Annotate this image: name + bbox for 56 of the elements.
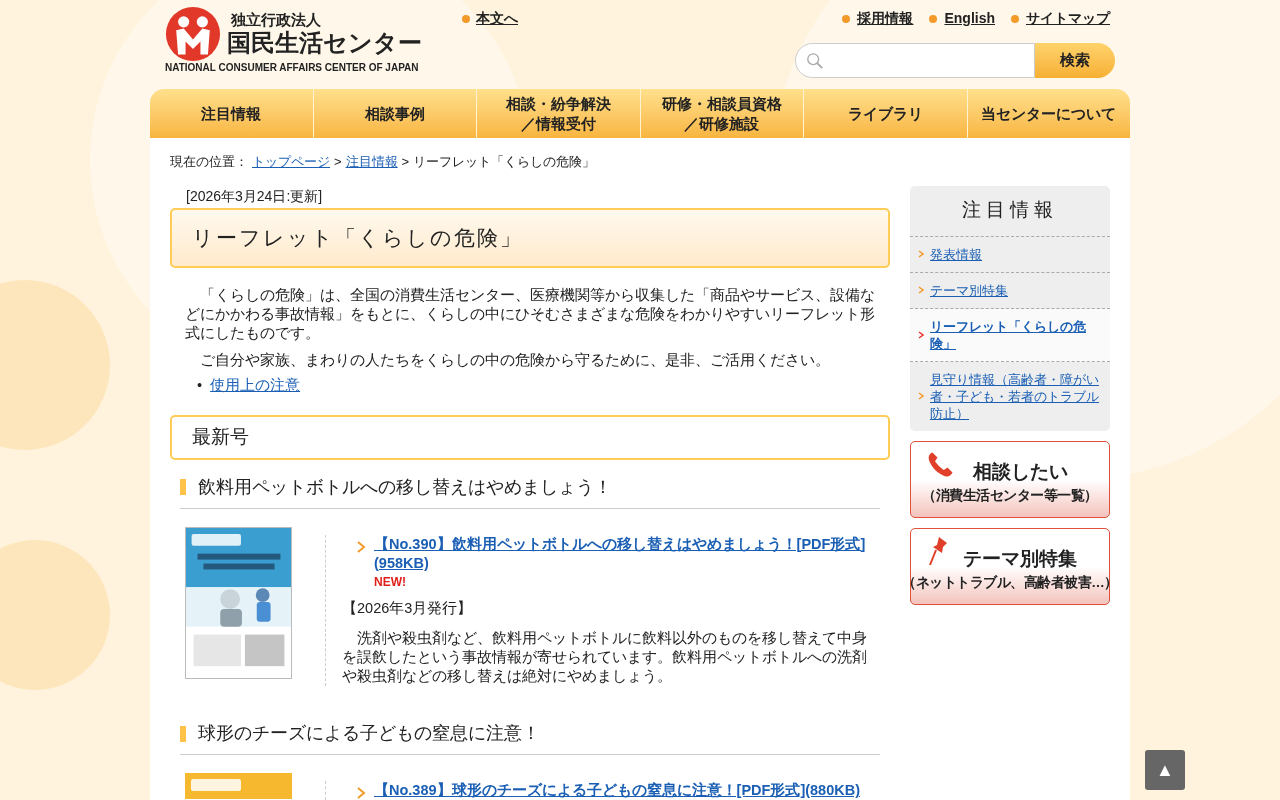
new-label: NEW!: [374, 573, 407, 591]
notice-link[interactable]: 使用上の注意: [210, 375, 301, 395]
list-bullet: •: [197, 375, 203, 395]
sidebar-item[interactable]: 発表情報: [910, 236, 1110, 273]
utility-link[interactable]: 採用情報: [857, 8, 914, 29]
update-date: [2026年3月24日:更新]: [185, 186, 324, 206]
logo-english: NATIONAL CONSUMER AFFAIRS CENTER OF JAPAN: [165, 62, 420, 74]
nav-tab[interactable]: ライブラリ: [804, 89, 968, 138]
sidebar-item[interactable]: リーフレット「くらしの危険」: [910, 308, 1110, 362]
logo-name: 国民生活センター: [227, 29, 422, 57]
breadcrumb-link[interactable]: 注目情報: [345, 152, 398, 172]
feature-banner[interactable]: 相談したい （消費生活センター等一覧）: [910, 440, 1110, 518]
utility-link[interactable]: English: [944, 8, 995, 29]
logo-icon: [165, 6, 221, 62]
nav-tab[interactable]: 相談事例: [313, 89, 477, 138]
chevron-icon: [918, 330, 924, 339]
issue-heading: 球形のチーズによる子どもの窒息に注意！: [198, 722, 540, 746]
sidebar-item[interactable]: テーマ別特集: [910, 272, 1110, 309]
nav-tab[interactable]: 研修・相談員資格 ／研修施設: [640, 89, 804, 138]
page-title: リーフレット「くらしの危険」: [170, 207, 890, 268]
search-field[interactable]: [795, 43, 1035, 78]
nav-tab[interactable]: 注目情報: [150, 89, 314, 138]
breadcrumb-separator: >: [334, 153, 342, 171]
page-top-button[interactable]: ▲: [1145, 750, 1185, 790]
banner-title: 相談したい: [971, 459, 1068, 484]
section-title: 最新号: [170, 414, 890, 460]
issue-link[interactable]: 【No.390】飲料用ペットボトルへの移し替えはやめましょう！[PDF形式](958KB): [374, 534, 880, 573]
issue-description: 洗剤や殺虫剤など、飲料用ペットボトルに飲料以外のものを移し替えて中身を誤飲したという事故情報が寄せられています。飲料用ペットボトルへの洗剤や殺虫剤などの移し替えは絶対にやめましょう。: [342, 629, 868, 687]
sidebar-title: 注目情報: [910, 185, 1110, 237]
search-icon: [806, 51, 824, 70]
skip-link[interactable]: 本文へ: [476, 8, 518, 29]
breadcrumb-label: 現在の位置：: [170, 153, 248, 171]
banner-title: テーマ別特集: [962, 546, 1077, 571]
issue-heading: 飲料用ペットボトルへの移し替えはやめましょう！: [198, 475, 612, 499]
logo-org-type: 独立行政法人: [231, 11, 322, 29]
chevron-icon: [918, 250, 924, 258]
breadcrumb-current: リーフレット「くらしの危険」: [413, 153, 596, 171]
intro-paragraph: 「くらしの危険」は、全国の消費生活センター、医療機関等から収集した「商品やサービス、設備などにかかわる事故情報」をもとに、くらしの中にひそむさまざまな危険をわかりやすいリーフレット形式にしたものです。: [185, 285, 875, 343]
chevron-icon: [356, 787, 366, 800]
chevron-icon: [356, 540, 366, 553]
nav-tab[interactable]: 当センターについて: [967, 89, 1130, 138]
issue-date: 【2026年3月発行】: [342, 598, 474, 618]
breadcrumb-link[interactable]: トップページ: [252, 152, 330, 172]
search-button[interactable]: 検索: [1035, 43, 1115, 78]
utility-link[interactable]: サイトマップ: [1026, 8, 1110, 29]
banner-subtitle: （消費生活センター等一覧）: [922, 487, 1098, 506]
heading-marker: [180, 725, 186, 742]
intro-paragraph: ご自分や家族、まわりの人たちをくらしの中の危険から守るために、是非、ご活用ください。: [198, 350, 831, 370]
sidebar-item[interactable]: 見守り情報（高齢者・障がい者・子ども・若者のトラブル防止）: [910, 361, 1110, 431]
breadcrumb-separator: >: [401, 153, 410, 171]
issue-link[interactable]: 【No.389】球形のチーズによる子どもの窒息に注意！[PDF形式](880KB): [374, 781, 860, 800]
heading-marker: [180, 479, 186, 495]
feature-banner[interactable]: テーマ別特集 （ネットトラブル、高齢者被害…）: [910, 527, 1110, 605]
nav-tab[interactable]: 相談・紛争解決 ／情報受付: [477, 89, 641, 138]
chevron-icon: [918, 286, 924, 294]
chevron-icon: [918, 392, 924, 400]
